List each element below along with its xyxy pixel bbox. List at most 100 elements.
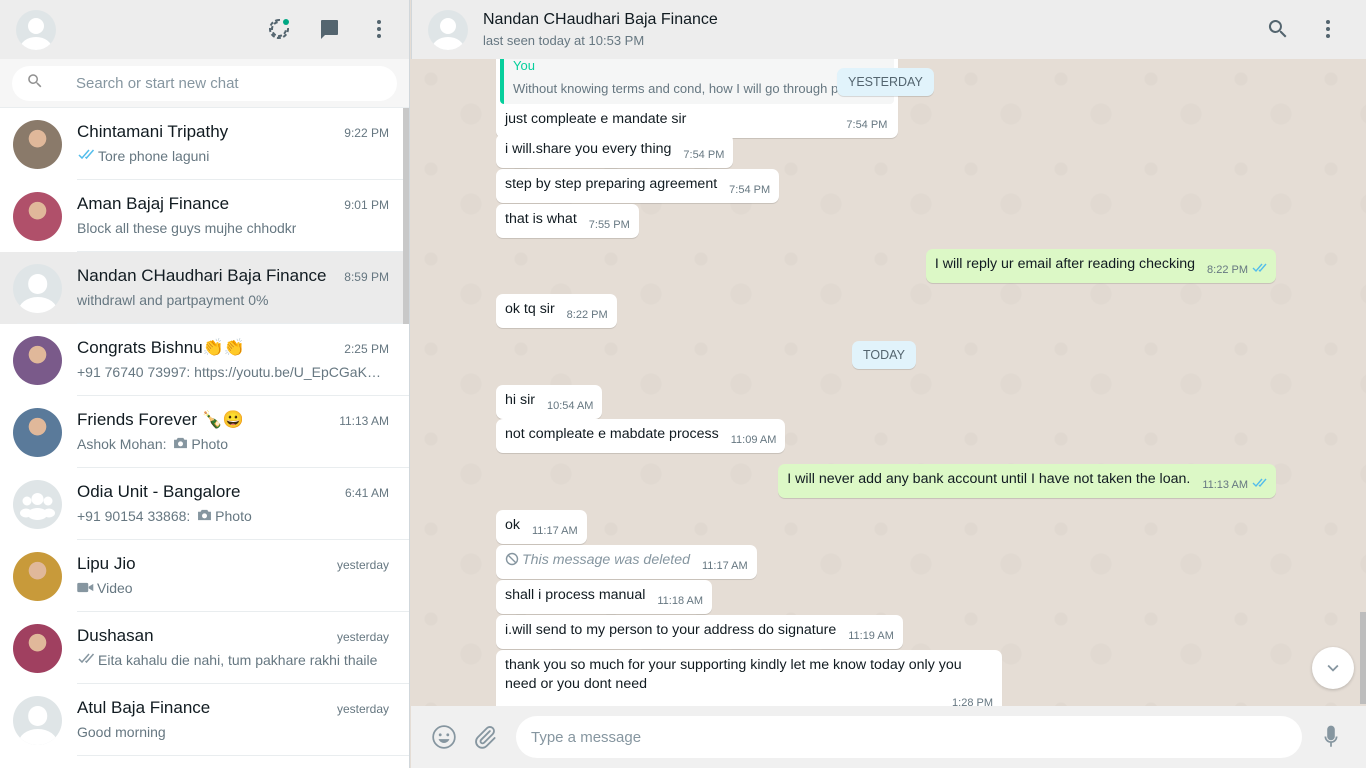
chat-list-item[interactable]: Friends Forever 🍾😀 11:13 AM Ashok Mohan: P… bbox=[0, 396, 409, 468]
message-bubble-incoming[interactable]: shall i process manual 11:18 AM bbox=[496, 580, 713, 614]
left-header bbox=[0, 0, 409, 59]
message-text: just compleate e mandate sir bbox=[505, 111, 687, 127]
message-bubble-incoming[interactable]: i will.share you every thing 7:54 PM bbox=[496, 134, 734, 168]
message-text: ok tq sir bbox=[505, 301, 555, 317]
message-bubble-incoming[interactable]: that is what 7:55 PM bbox=[496, 204, 639, 238]
conversation-header[interactable]: Nandan CHaudhari Baja Finance last seen … bbox=[411, 0, 1366, 59]
chat-name: Aman Bajaj Finance bbox=[77, 194, 230, 213]
chat-preview: Photo bbox=[191, 436, 228, 452]
message-time: 11:17 AM bbox=[531, 525, 578, 537]
avatar bbox=[13, 191, 62, 241]
conversation-menu-icon[interactable] bbox=[1316, 17, 1340, 41]
search-icon[interactable] bbox=[26, 72, 44, 95]
avatar bbox=[13, 263, 62, 313]
chat-list-item[interactable]: Aman Bajaj Finance 9:01 PM Block all these… bbox=[0, 180, 409, 252]
message-time: 7:55 PM bbox=[588, 219, 630, 231]
message-bubble-incoming[interactable]: hi sir 10:54 AM bbox=[496, 385, 603, 419]
chat-time: yesterday bbox=[336, 558, 389, 572]
message-text: This message was deleted bbox=[522, 552, 690, 568]
conversation-pane: Nandan CHaudhari Baja Finance last seen … bbox=[411, 0, 1366, 768]
message-text: not compleate e mabdate process bbox=[505, 426, 719, 442]
message-text: step by step preparing agreement bbox=[505, 176, 718, 192]
quoted-message[interactable]: You Without knowing terms and cond, how … bbox=[500, 59, 894, 104]
day-label-today: TODAY bbox=[852, 341, 916, 369]
camera-icon bbox=[197, 508, 212, 524]
message-input[interactable] bbox=[516, 716, 1302, 758]
group-avatar bbox=[13, 479, 62, 529]
message-bubble-outgoing[interactable]: I will never add any bank account until … bbox=[778, 464, 1276, 498]
message-area-scrollbar[interactable] bbox=[1360, 612, 1366, 704]
chat-preview: Eita kahalu die nahi, tum pakhare rakhi … bbox=[98, 652, 378, 668]
read-tick-icon bbox=[1252, 263, 1267, 273]
chat-name: Lipu Jio bbox=[77, 554, 136, 573]
message-bubble-incoming[interactable]: i.will send to my person to your address… bbox=[496, 615, 903, 649]
message-time: 7:54 PM bbox=[729, 184, 771, 196]
chat-list-scrollbar[interactable] bbox=[403, 108, 409, 324]
message-time: 11:13 AM bbox=[1202, 476, 1267, 495]
chat-preview: Photo bbox=[215, 508, 252, 524]
new-chat-icon[interactable] bbox=[317, 17, 341, 41]
message-text: I will never add any bank account until … bbox=[787, 471, 1191, 487]
chat-list-item[interactable]: Dushasan yesterday Eita kahalu die nahi, t… bbox=[0, 612, 409, 684]
chat-list-item[interactable]: Chintamani Tripathy 9:22 PM Tore phone lag… bbox=[0, 108, 409, 180]
scroll-to-bottom-button[interactable] bbox=[1312, 647, 1354, 689]
chat-name: Nandan CHaudhari Baja Finance bbox=[77, 266, 327, 285]
microphone-icon[interactable] bbox=[1318, 724, 1344, 750]
attach-icon[interactable] bbox=[472, 724, 498, 750]
chat-preview: +91 76740 73997: https://youtu.be/U_EpCG… bbox=[77, 364, 382, 380]
message-time: 10:54 AM bbox=[546, 400, 594, 412]
chat-preview: withdrawl and partpayment 0% bbox=[77, 292, 269, 308]
message-text: thank you so much for your supporting ki… bbox=[505, 657, 962, 692]
quoted-text: Without knowing terms and cond, how I wi… bbox=[513, 81, 877, 96]
chat-name: Atul Baja Finance bbox=[77, 698, 211, 717]
message-text: that is what bbox=[505, 211, 577, 227]
search-box[interactable] bbox=[12, 66, 397, 101]
chat-name: Congrats Bishnu👏👏 bbox=[77, 338, 246, 357]
my-avatar[interactable] bbox=[16, 9, 56, 50]
preview-sender: +91 90154 33868: bbox=[77, 508, 195, 524]
message-text: ok bbox=[505, 517, 520, 533]
chat-list-item[interactable]: Atul Baja Finance yesterday Good morning bbox=[0, 684, 409, 756]
chevron-down-icon bbox=[1327, 664, 1339, 672]
message-time: 7:54 PM bbox=[846, 119, 888, 131]
chat-list-item[interactable]: Odia Unit - Bangalore 6:41 AM +91 90154 33… bbox=[0, 468, 409, 540]
message-time: 7:54 PM bbox=[683, 149, 725, 161]
chat-name: Chintamani Tripathy bbox=[77, 122, 229, 141]
message-bubble-incoming[interactable]: step by step preparing agreement 7:54 PM bbox=[496, 169, 780, 203]
message-time: 11:19 AM bbox=[848, 630, 894, 642]
message-time: 1:28 PM bbox=[952, 697, 993, 706]
message-area[interactable]: You Without knowing terms and cond, how … bbox=[411, 59, 1366, 706]
message-bubble-incoming[interactable]: not compleate e mabdate process 11:09 AM bbox=[496, 419, 786, 453]
chat-list-item[interactable]: Nandan CHaudhari Baja Finance 8:59 PM with… bbox=[0, 252, 409, 324]
message-bubble-incoming[interactable]: ok 11:17 AM bbox=[496, 510, 587, 544]
chat-list-pane: Chintamani Tripathy 9:22 PM Tore phone lag… bbox=[0, 0, 410, 768]
contact-avatar[interactable] bbox=[428, 9, 468, 50]
message-time: 11:09 AM bbox=[730, 434, 777, 446]
message-text: I will reply ur email after reading chec… bbox=[934, 256, 1196, 272]
chat-list-item[interactable]: Lipu Jio yesterday Video bbox=[0, 540, 409, 612]
search-bar bbox=[0, 59, 409, 108]
chat-preview: Good morning bbox=[77, 724, 166, 740]
chat-name: Odia Unit - Bangalore bbox=[77, 482, 241, 501]
chat-preview: Video bbox=[97, 580, 133, 596]
video-icon bbox=[77, 580, 94, 596]
message-text: hi sir bbox=[505, 392, 535, 408]
message-time: 11:17 AM bbox=[701, 560, 748, 572]
avatar bbox=[13, 551, 62, 601]
search-input[interactable] bbox=[76, 75, 356, 92]
message-bubble-incoming[interactable]: ok tq sir 8:22 PM bbox=[496, 294, 617, 328]
double-tick-icon bbox=[77, 148, 95, 164]
message-time: 11:18 AM bbox=[657, 595, 704, 607]
status-icon[interactable] bbox=[267, 17, 291, 41]
menu-icon[interactable] bbox=[367, 17, 391, 41]
contact-name[interactable]: Nandan CHaudhari Baja Finance bbox=[483, 11, 718, 29]
message-bubble-deleted[interactable]: This message was deleted 11:17 AM bbox=[496, 545, 757, 579]
message-bubble-incoming[interactable]: thank you so much for your supporting ki… bbox=[496, 650, 1002, 706]
message-text: i will.share you every thing bbox=[505, 141, 672, 157]
search-messages-icon[interactable] bbox=[1266, 17, 1290, 41]
emoji-icon[interactable] bbox=[431, 724, 457, 750]
read-tick-icon bbox=[1252, 478, 1267, 488]
chat-time: 8:59 PM bbox=[344, 270, 389, 284]
message-bubble-outgoing[interactable]: I will reply ur email after reading chec… bbox=[925, 249, 1276, 283]
chat-list-item[interactable]: Congrats Bishnu👏👏 2:25 PM +91 76740 73997:… bbox=[0, 324, 409, 396]
